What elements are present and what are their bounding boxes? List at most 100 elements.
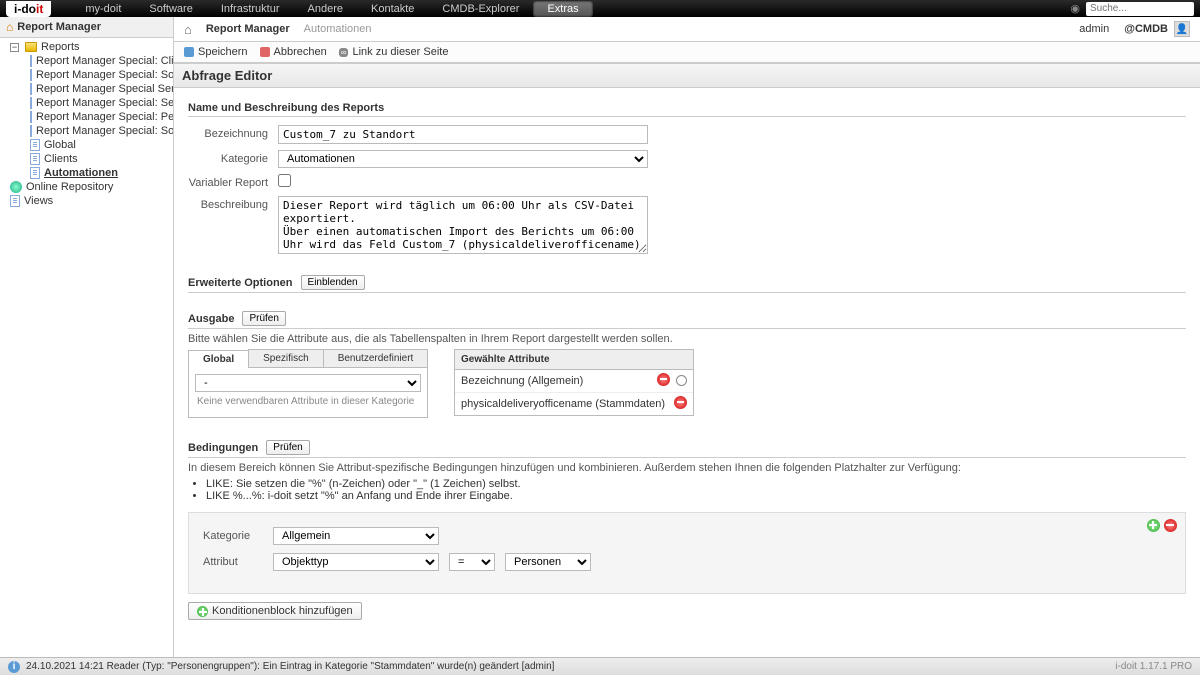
add-condition-button[interactable] xyxy=(1147,519,1160,532)
avatar[interactable]: 👤 xyxy=(1174,21,1190,37)
nav-andere[interactable]: Andere xyxy=(294,1,357,17)
tree-item[interactable]: Global xyxy=(0,138,173,152)
attr-tabs: Global Spezifisch Benutzerdefiniert xyxy=(188,349,428,368)
cancel-icon xyxy=(260,47,270,57)
remove-condition-button[interactable] xyxy=(1164,519,1177,532)
cancel-button[interactable]: Abbrechen xyxy=(260,46,327,58)
select-cond-value[interactable]: Personen xyxy=(505,553,591,571)
world-icon xyxy=(10,181,22,193)
label-variabler: Variabler Report xyxy=(188,174,278,189)
save-button[interactable]: Speichern xyxy=(184,46,248,58)
nav-my-doit[interactable]: my-doit xyxy=(71,1,135,17)
nav-kontakte[interactable]: Kontakte xyxy=(357,1,428,17)
label-bezeichnung: Bezeichnung xyxy=(188,125,278,140)
chosen-attr-row: Bezeichnung (Allgemein) xyxy=(455,370,693,393)
section-conditions: Bedingungen Prüfen xyxy=(188,440,1186,458)
page-icon xyxy=(30,167,40,179)
search-wrap xyxy=(1086,2,1194,16)
crumb-report-manager[interactable]: Report Manager xyxy=(206,23,290,35)
page-icon xyxy=(30,153,40,165)
main: ⌂ Report Manager Automationen admin @CMD… xyxy=(174,17,1200,657)
save-icon xyxy=(184,47,194,57)
tree-item[interactable]: Report Manager Special: Clients xyxy=(0,54,173,68)
chosen-header: Gewählte Attribute xyxy=(455,350,693,370)
remove-attr-button[interactable] xyxy=(674,396,687,409)
output-hint: Bitte wählen Sie die Attribute aus, die … xyxy=(188,333,1186,345)
section-name-desc: Name und Beschreibung des Reports xyxy=(188,102,1186,117)
tree-item[interactable]: Report Manager Special: Services xyxy=(0,96,173,110)
tree-item-active[interactable]: Automationen xyxy=(0,166,173,180)
remove-attr-button[interactable] xyxy=(657,373,670,386)
home-icon: ⌂ xyxy=(6,20,13,34)
section-output: Ausgabe Prüfen xyxy=(188,311,1186,329)
radio-default[interactable] xyxy=(676,375,687,386)
sidebar-header: ⌂ Report Manager xyxy=(0,17,173,38)
topbar: i-doit my-doit Software Infrastruktur An… xyxy=(0,0,1200,17)
breadcrumb: ⌂ Report Manager Automationen admin @CMD… xyxy=(174,17,1200,42)
nav-cmdb-explorer[interactable]: CMDB-Explorer xyxy=(428,1,533,17)
topnav: my-doit Software Infrastruktur Andere Ko… xyxy=(71,1,592,17)
tab-benutzerdef[interactable]: Benutzerdefiniert xyxy=(323,349,429,367)
tab-spezifisch[interactable]: Spezifisch xyxy=(248,349,324,367)
label-beschreibung: Beschreibung xyxy=(188,196,278,211)
check-conditions-button[interactable]: Prüfen xyxy=(266,440,309,455)
select-kategorie[interactable]: Automationen xyxy=(278,150,648,168)
page-icon xyxy=(30,83,32,95)
page-icon xyxy=(10,195,20,207)
page-icon xyxy=(30,55,32,67)
plus-icon xyxy=(197,606,208,617)
nav-extras[interactable]: Extras xyxy=(533,1,592,17)
select-cond-operator[interactable]: = xyxy=(449,553,495,571)
select-cond-kategorie[interactable]: Allgemein xyxy=(273,527,439,545)
condition-block: Kategorie Allgemein Attribut Objekttyp =… xyxy=(188,512,1186,594)
tree-item[interactable]: Report Manager Special: Peripherie xyxy=(0,110,173,124)
folder-icon xyxy=(25,42,37,52)
tree-item[interactable]: Report Manager Special: Sonstiges xyxy=(0,68,173,82)
globe-icon[interactable]: ◉ xyxy=(1070,2,1080,15)
logo: i-doit xyxy=(6,1,51,17)
sidebar: ⌂ Report Manager −Reports Report Manager… xyxy=(0,17,174,657)
select-cond-attribut[interactable]: Objekttyp xyxy=(273,553,439,571)
page-icon xyxy=(30,111,32,123)
select-attr-category[interactable]: - xyxy=(195,374,421,392)
crumb-automationen[interactable]: Automationen xyxy=(304,23,372,35)
cond-bullets: LIKE: Sie setzen die "%" (n-Zeichen) ode… xyxy=(206,478,1186,502)
tree-reports[interactable]: −Reports xyxy=(0,40,173,54)
page-icon xyxy=(30,69,32,81)
tree-item[interactable]: Clients xyxy=(0,152,173,166)
input-bezeichnung[interactable] xyxy=(278,125,648,144)
link-icon: ∞ xyxy=(339,48,349,57)
toolbar: Speichern Abbrechen ∞Link zu dieser Seit… xyxy=(174,42,1200,63)
label-cond-attribut: Attribut xyxy=(203,556,263,568)
footer-version: i-doit 1.17.1 PRO xyxy=(1115,661,1192,672)
footer-message: 24.10.2021 14:21 Reader (Typ: "Personeng… xyxy=(26,661,554,672)
tree-online-repo[interactable]: Online Repository xyxy=(0,180,173,194)
checkbox-variabler[interactable] xyxy=(278,174,291,187)
tab-global[interactable]: Global xyxy=(188,350,249,368)
collapse-icon[interactable]: − xyxy=(10,43,19,52)
tree-views[interactable]: Views xyxy=(0,194,173,208)
cond-hint: In diesem Bereich können Sie Attribut-sp… xyxy=(188,462,1186,474)
page-icon xyxy=(30,139,40,151)
nav-infrastruktur[interactable]: Infrastruktur xyxy=(207,1,294,17)
expand-button[interactable]: Einblenden xyxy=(301,275,365,290)
chosen-attr-row: physicaldeliveryofficename (Stammdaten) xyxy=(455,393,693,415)
user-info: admin @CMDB 👤 xyxy=(1079,21,1190,37)
search-input[interactable] xyxy=(1090,3,1190,14)
page-icon xyxy=(30,97,32,109)
tree-item[interactable]: Report Manager Special: Software xyxy=(0,124,173,138)
nav-software[interactable]: Software xyxy=(135,1,206,17)
footer: i 24.10.2021 14:21 Reader (Typ: "Persone… xyxy=(0,657,1200,675)
editor-title: Abfrage Editor xyxy=(174,63,1200,88)
permalink-button[interactable]: ∞Link zu dieser Seite xyxy=(339,46,449,58)
home-icon[interactable]: ⌂ xyxy=(184,22,192,37)
add-condition-block-button[interactable]: Konditionenblock hinzufügen xyxy=(188,602,362,620)
label-kategorie: Kategorie xyxy=(188,150,278,165)
textarea-beschreibung[interactable] xyxy=(278,196,648,254)
section-advanced: Erweiterte Optionen Einblenden xyxy=(188,275,1186,293)
tree-item[interactable]: Report Manager Special Server xyxy=(0,82,173,96)
check-output-button[interactable]: Prüfen xyxy=(242,311,285,326)
label-cond-kategorie: Kategorie xyxy=(203,530,263,542)
empty-msg: Keine verwendbaren Attribute in dieser K… xyxy=(195,392,421,411)
page-icon xyxy=(30,125,32,137)
